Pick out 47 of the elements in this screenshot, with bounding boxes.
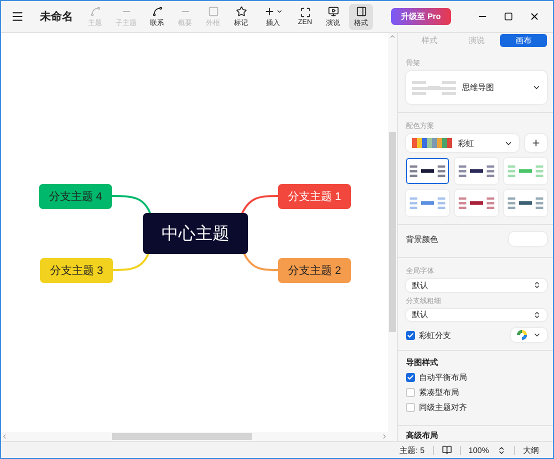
branch-topic[interactable]: 分支主题 1	[278, 184, 351, 209]
palette-icon	[412, 138, 452, 148]
background-label: 背景颜色	[406, 234, 438, 245]
plus-icon	[531, 138, 541, 148]
branch-topic[interactable]: 分支主题 3	[40, 258, 113, 283]
window-title: 未命名	[40, 10, 74, 24]
checkbox[interactable]	[406, 330, 415, 340]
checkbox[interactable]	[406, 373, 415, 382]
updown-icon	[533, 310, 541, 319]
section-title: 高级布局	[406, 430, 439, 441]
branch-topic[interactable]: 分支主题 4	[39, 184, 112, 209]
curve-icon	[152, 6, 162, 16]
checkbox-label: 彩虹分支	[419, 330, 451, 341]
rainbow-color-button[interactable]	[511, 328, 547, 342]
star-icon	[236, 6, 246, 16]
updown-icon	[533, 281, 541, 290]
line-width-select[interactable]: 默认	[406, 308, 547, 322]
fullscreen-icon	[300, 7, 310, 18]
checkbox-label: 同级主题对齐	[419, 402, 467, 414]
theme-option[interactable]	[406, 158, 449, 184]
vertical-scrollbar[interactable]	[388, 33, 397, 432]
outline-button[interactable]: 大纲	[523, 444, 539, 456]
central-topic[interactable]: 中心主题	[143, 213, 248, 254]
checkbox-label: 自动平衡布局	[419, 372, 467, 384]
color-scheme-dropdown[interactable]: 彩虹	[406, 134, 519, 152]
maximize-icon	[504, 12, 512, 21]
zoom-level[interactable]: 100%	[468, 446, 489, 454]
close-icon	[528, 11, 540, 22]
structure-icon	[412, 80, 456, 96]
checkbox-label: 紧凑型布局	[419, 387, 459, 398]
play-screen-icon	[328, 6, 338, 16]
menu-icon[interactable]	[11, 10, 24, 23]
branch-topic[interactable]: 分支主题 2	[278, 258, 351, 283]
structure-dropdown[interactable]: 思维导图	[406, 71, 547, 104]
font-select[interactable]: 默认	[406, 279, 547, 292]
panel-icon	[356, 6, 366, 16]
topic-count: 主题: 5	[400, 444, 425, 456]
section-title: 导图样式	[406, 357, 439, 368]
updown-icon[interactable]	[497, 446, 506, 454]
upgrade-button[interactable]: 升级至 Pro	[391, 8, 451, 25]
add-button[interactable]	[525, 134, 547, 152]
book-icon[interactable]	[442, 445, 452, 455]
color-wheel-icon	[517, 330, 527, 340]
frame-icon	[208, 6, 218, 16]
caret-icon	[276, 8, 282, 14]
plus-icon	[264, 6, 274, 16]
panel-tab[interactable]: 画布	[500, 34, 547, 48]
